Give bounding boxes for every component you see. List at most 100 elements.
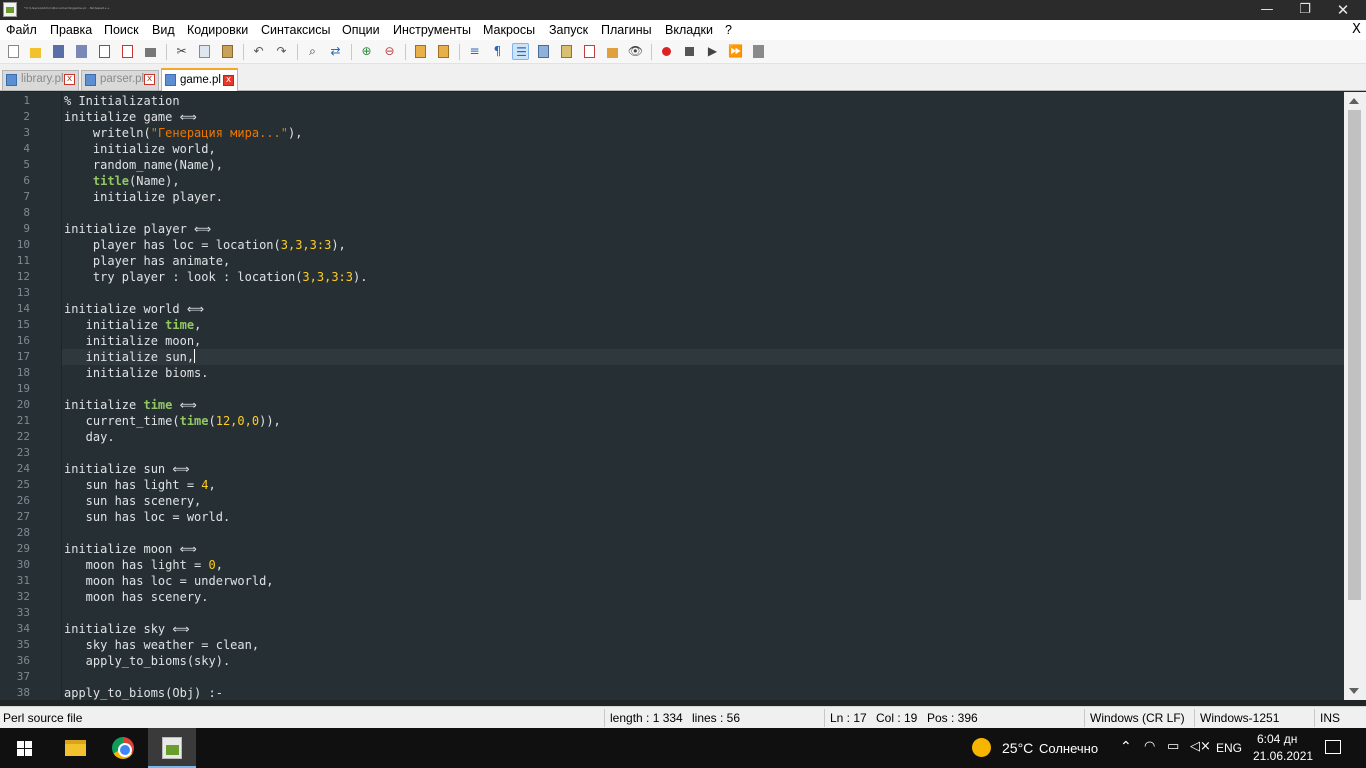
vertical-scrollbar[interactable] <box>1344 92 1366 700</box>
code-line: moon has loc = underworld, <box>64 574 274 588</box>
menu-edit[interactable]: Правка <box>50 23 92 37</box>
close-all-icon[interactable] <box>119 43 136 60</box>
cut-icon[interactable]: ✂ <box>173 43 190 60</box>
taskbar-file-explorer[interactable] <box>51 728 99 768</box>
line-number: 20 <box>16 398 30 411</box>
close-icon[interactable] <box>96 43 113 60</box>
menu-run[interactable]: Запуск <box>549 23 588 37</box>
new-file-icon[interactable] <box>5 43 22 60</box>
status-eol[interactable]: Windows (CR LF) <box>1090 711 1185 725</box>
code-line: player has animate, <box>64 254 231 268</box>
run-macro-multiple-icon[interactable]: ⏩ <box>727 43 744 60</box>
scrollbar-thumb[interactable] <box>1348 110 1361 600</box>
menu-encoding[interactable]: Кодировки <box>187 23 248 37</box>
line-number: 33 <box>16 606 30 619</box>
start-button[interactable] <box>0 728 48 768</box>
open-file-icon[interactable] <box>27 43 44 60</box>
current-line-highlight <box>62 349 1344 365</box>
close-document-button[interactable]: X <box>1352 22 1361 37</box>
indent-guide-icon[interactable]: ☰ <box>512 43 529 60</box>
save-all-icon[interactable] <box>73 43 90 60</box>
code-line: apply_to_bioms(Obj) :- <box>64 686 223 700</box>
menu-help[interactable]: ? <box>725 23 732 37</box>
code-line: sun has loc = world. <box>64 510 231 524</box>
paste-icon[interactable] <box>219 43 236 60</box>
code-line: sun has light = 4, <box>64 478 216 492</box>
taskbar-chrome[interactable] <box>99 728 147 768</box>
save-macro-icon[interactable] <box>750 43 767 60</box>
battery-icon[interactable]: ▭ <box>1167 739 1179 754</box>
weather-text[interactable]: Солнечно <box>1039 741 1098 756</box>
monitoring-eye-icon[interactable]: 👁 <box>627 43 644 60</box>
code-line: initialize time, <box>64 318 202 332</box>
redo-icon[interactable]: ↷ <box>273 43 290 60</box>
line-number: 32 <box>16 590 30 603</box>
show-all-characters-icon[interactable]: ¶ <box>489 43 506 60</box>
replace-icon[interactable]: ⇄ <box>327 43 344 60</box>
chevron-up-icon[interactable]: ⌃ <box>1120 739 1132 755</box>
sync-horizontal-icon[interactable] <box>435 43 452 60</box>
menu-macro[interactable]: Макросы <box>483 23 535 37</box>
tab-close-icon[interactable]: x <box>64 74 75 85</box>
code-line: day. <box>64 430 115 444</box>
menu-window[interactable]: Вкладки <box>665 23 713 37</box>
playback-macro-icon[interactable]: ▶ <box>704 43 721 60</box>
line-number: 35 <box>16 638 30 651</box>
stop-recording-icon[interactable] <box>681 43 698 60</box>
text-cursor <box>194 349 196 363</box>
status-encoding[interactable]: Windows-1251 <box>1200 711 1279 725</box>
tab-library[interactable]: library.pl x <box>2 70 79 90</box>
tab-game[interactable]: game.pl x <box>161 68 238 91</box>
clock-time[interactable]: 6:04 дн <box>1257 732 1297 746</box>
line-number: 4 <box>23 142 30 155</box>
line-number: 26 <box>16 494 30 507</box>
copy-icon[interactable] <box>196 43 213 60</box>
code-line: initialize sky ⟺ <box>64 622 190 636</box>
zoom-in-icon[interactable]: ⊕ <box>358 43 375 60</box>
code-line: % Initialization <box>64 94 180 108</box>
word-wrap-icon[interactable]: ≡ <box>466 43 483 60</box>
sync-vertical-icon[interactable] <box>412 43 429 60</box>
document-map-icon[interactable] <box>558 43 575 60</box>
input-language[interactable]: ENG <box>1216 741 1242 755</box>
tab-label: parser.pl <box>100 73 145 85</box>
scroll-down-arrow-icon[interactable] <box>1349 688 1359 694</box>
weather-sun-icon[interactable] <box>972 738 991 757</box>
menu-language[interactable]: Синтаксисы <box>261 23 331 37</box>
function-list-icon[interactable] <box>581 43 598 60</box>
wifi-icon[interactable]: ◠ <box>1144 739 1155 754</box>
line-number: 18 <box>16 366 30 379</box>
record-macro-icon[interactable] <box>658 43 675 60</box>
menu-view[interactable]: Вид <box>152 23 175 37</box>
folder-as-workspace-icon[interactable] <box>604 43 621 60</box>
scroll-up-arrow-icon[interactable] <box>1349 98 1359 104</box>
taskbar-notepad-plus-plus[interactable] <box>148 728 196 768</box>
line-number: 38 <box>16 686 30 699</box>
file-icon <box>85 74 96 86</box>
code-line: sky has weather = clean, <box>64 638 260 652</box>
print-icon[interactable] <box>142 43 159 60</box>
code-area[interactable]: % Initialization initialize game ⟺ write… <box>62 92 1344 700</box>
menu-file[interactable]: Файл <box>6 23 37 37</box>
menu-plugins[interactable]: Плагины <box>601 23 652 37</box>
tab-parser[interactable]: parser.pl x <box>81 70 159 90</box>
menu-tools[interactable]: Инструменты <box>393 23 471 37</box>
volume-muted-icon[interactable]: ◁× <box>1190 739 1211 754</box>
menu-settings[interactable]: Опции <box>342 23 380 37</box>
undo-icon[interactable]: ↶ <box>250 43 267 60</box>
tab-close-icon[interactable]: x <box>223 75 234 86</box>
weather-temperature[interactable]: 25°C <box>1002 740 1033 756</box>
code-line: initialize sun, <box>64 349 196 364</box>
notification-center-icon[interactable] <box>1325 740 1341 754</box>
menu-search[interactable]: Поиск <box>104 23 139 37</box>
find-icon[interactable]: ⌕ <box>304 43 321 60</box>
code-line: title(Name), <box>92 174 180 188</box>
close-window-button[interactable]: ✕ <box>1320 0 1366 20</box>
code-editor[interactable]: 1 2 3 4 5 6 7 8 9 10 11 12 13 14 15 16 1… <box>0 92 1366 700</box>
user-defined-language-icon[interactable] <box>535 43 552 60</box>
tab-close-icon[interactable]: x <box>144 74 155 85</box>
clock-date[interactable]: 21.06.2021 <box>1253 749 1313 763</box>
zoom-out-icon[interactable]: ⊖ <box>381 43 398 60</box>
save-icon[interactable] <box>50 43 67 60</box>
status-insert-mode[interactable]: INS <box>1320 711 1340 725</box>
